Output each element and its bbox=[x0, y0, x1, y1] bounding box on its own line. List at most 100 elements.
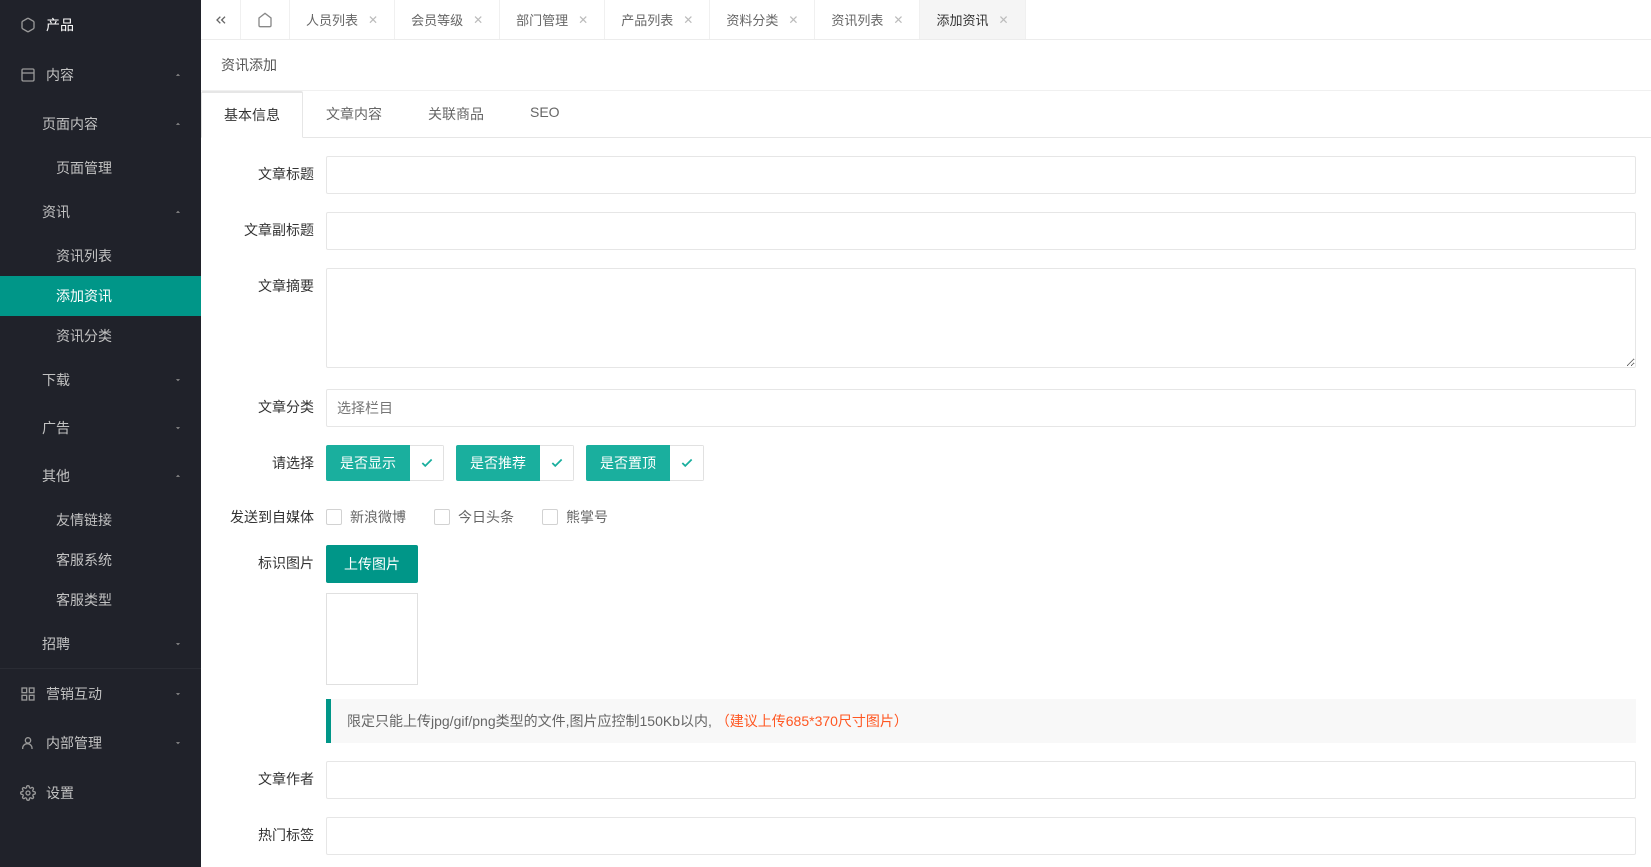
category-select[interactable] bbox=[326, 389, 1636, 427]
tab-news-add[interactable]: 添加资讯 ✕ bbox=[920, 0, 1025, 39]
tab-news-list[interactable]: 资讯列表 ✕ bbox=[815, 0, 920, 39]
tab-label: 资讯列表 bbox=[831, 10, 883, 29]
tab-label: 部门管理 bbox=[516, 10, 568, 29]
checkbox-icon bbox=[434, 509, 450, 525]
checkbox-label: 新浪微博 bbox=[350, 507, 406, 527]
nav-settings[interactable]: 设置 bbox=[0, 768, 201, 818]
tab-member-level[interactable]: 会员等级 ✕ bbox=[395, 0, 500, 39]
tags-label: 热门标签 bbox=[216, 817, 326, 855]
nav-label: 资讯 bbox=[42, 202, 70, 222]
check-icon bbox=[410, 445, 444, 481]
chevron-down-icon bbox=[173, 375, 183, 385]
checkbox-xiong[interactable]: 熊掌号 bbox=[542, 507, 608, 527]
main-content: 人员列表 ✕ 会员等级 ✕ 部门管理 ✕ 产品列表 ✕ 资料分类 ✕ 资讯列表 … bbox=[201, 0, 1651, 867]
switch-label: 是否置顶 bbox=[586, 445, 670, 481]
author-label: 文章作者 bbox=[216, 761, 326, 799]
tab-material-category[interactable]: 资料分类 ✕ bbox=[710, 0, 815, 39]
nav-news[interactable]: 资讯 bbox=[0, 188, 201, 236]
switch-label: 是否显示 bbox=[326, 445, 410, 481]
collapse-button[interactable] bbox=[201, 0, 241, 39]
tab-related-products[interactable]: 关联商品 bbox=[405, 91, 507, 138]
close-icon[interactable]: ✕ bbox=[998, 13, 1008, 27]
subtitle-label: 文章副标题 bbox=[216, 212, 326, 250]
close-icon[interactable]: ✕ bbox=[368, 13, 378, 27]
nav-label: 页面管理 bbox=[56, 158, 112, 178]
tab-seo[interactable]: SEO bbox=[507, 91, 583, 138]
nav-other[interactable]: 其他 bbox=[0, 452, 201, 500]
nav-content[interactable]: 内容 bbox=[0, 50, 201, 100]
switch-label: 是否推荐 bbox=[456, 445, 540, 481]
tab-department[interactable]: 部门管理 ✕ bbox=[500, 0, 605, 39]
nav-label: 招聘 bbox=[42, 634, 70, 654]
chevron-up-icon bbox=[173, 207, 183, 217]
tab-product-list[interactable]: 产品列表 ✕ bbox=[605, 0, 710, 39]
close-icon[interactable]: ✕ bbox=[473, 13, 483, 27]
nav-label: 内部管理 bbox=[46, 733, 102, 753]
nav-internal[interactable]: 内部管理 bbox=[0, 718, 201, 768]
tab-home[interactable] bbox=[241, 0, 290, 39]
grid-icon bbox=[20, 686, 36, 702]
nav-page-manage[interactable]: 页面管理 bbox=[0, 148, 201, 188]
nav-marketing[interactable]: 营销互动 bbox=[0, 668, 201, 718]
switch-recommend[interactable]: 是否推荐 bbox=[456, 445, 574, 481]
sidebar: 产品 内容 页面内容 页面管理 资讯 资讯列表 bbox=[0, 0, 201, 867]
nav-download[interactable]: 下载 bbox=[0, 356, 201, 404]
subtitle-input[interactable] bbox=[326, 212, 1636, 250]
switch-top[interactable]: 是否置顶 bbox=[586, 445, 704, 481]
nav-label: 资讯列表 bbox=[56, 246, 112, 266]
image-label: 标识图片 bbox=[216, 545, 326, 743]
nav-label: 内容 bbox=[46, 65, 74, 85]
page-title: 资讯添加 bbox=[201, 40, 1651, 91]
nav-news-add[interactable]: 添加资讯 bbox=[0, 276, 201, 316]
tab-label: 会员等级 bbox=[411, 10, 463, 29]
nav-label: 客服类型 bbox=[56, 590, 112, 610]
cube-icon bbox=[20, 17, 36, 33]
nav-label: 营销互动 bbox=[46, 684, 102, 704]
switch-show[interactable]: 是否显示 bbox=[326, 445, 444, 481]
close-icon[interactable]: ✕ bbox=[893, 13, 903, 27]
nav-news-category[interactable]: 资讯分类 bbox=[0, 316, 201, 356]
nav-service-type[interactable]: 客服类型 bbox=[0, 580, 201, 620]
chevron-down-icon bbox=[173, 639, 183, 649]
check-icon bbox=[540, 445, 574, 481]
nav-label: 页面内容 bbox=[42, 114, 98, 134]
summary-textarea[interactable] bbox=[326, 268, 1636, 368]
nav-page-content[interactable]: 页面内容 bbox=[0, 100, 201, 148]
content-area: 资讯添加 基本信息 文章内容 关联商品 SEO bbox=[201, 40, 1651, 867]
tab-basic-info[interactable]: 基本信息 bbox=[201, 91, 303, 138]
upload-button[interactable]: 上传图片 bbox=[326, 545, 418, 583]
nav-recruit[interactable]: 招聘 bbox=[0, 620, 201, 668]
home-icon bbox=[257, 12, 273, 28]
select-label: 请选择 bbox=[216, 445, 326, 481]
nav-product[interactable]: 产品 bbox=[0, 0, 201, 50]
nav-service[interactable]: 客服系统 bbox=[0, 540, 201, 580]
tags-input[interactable] bbox=[326, 817, 1636, 855]
gear-icon bbox=[20, 785, 36, 801]
upload-tip: 限定只能上传jpg/gif/png类型的文件,图片应控制150Kb以内, （建议… bbox=[326, 699, 1636, 743]
chevron-up-icon bbox=[173, 471, 183, 481]
checkbox-sina[interactable]: 新浪微博 bbox=[326, 507, 406, 527]
media-label: 发送到自媒体 bbox=[216, 499, 326, 527]
chevron-down-icon bbox=[173, 738, 183, 748]
nav-label: 其他 bbox=[42, 466, 70, 486]
title-label: 文章标题 bbox=[216, 156, 326, 194]
user-icon bbox=[20, 735, 36, 751]
tab-staff-list[interactable]: 人员列表 ✕ bbox=[290, 0, 395, 39]
checkbox-toutiao[interactable]: 今日头条 bbox=[434, 507, 514, 527]
chevron-up-icon bbox=[173, 70, 183, 80]
close-icon[interactable]: ✕ bbox=[683, 13, 693, 27]
nav-news-list[interactable]: 资讯列表 bbox=[0, 236, 201, 276]
nav-label: 资讯分类 bbox=[56, 326, 112, 346]
tip-text: 限定只能上传jpg/gif/png类型的文件,图片应控制150Kb以内, bbox=[347, 713, 712, 729]
summary-label: 文章摘要 bbox=[216, 268, 326, 371]
category-label: 文章分类 bbox=[216, 389, 326, 427]
nav-links[interactable]: 友情链接 bbox=[0, 500, 201, 540]
title-input[interactable] bbox=[326, 156, 1636, 194]
content-icon bbox=[20, 67, 36, 83]
nav-ads[interactable]: 广告 bbox=[0, 404, 201, 452]
author-input[interactable] bbox=[326, 761, 1636, 799]
close-icon[interactable]: ✕ bbox=[788, 13, 798, 27]
tab-article-content[interactable]: 文章内容 bbox=[303, 91, 405, 138]
chevron-down-icon bbox=[173, 689, 183, 699]
close-icon[interactable]: ✕ bbox=[578, 13, 588, 27]
